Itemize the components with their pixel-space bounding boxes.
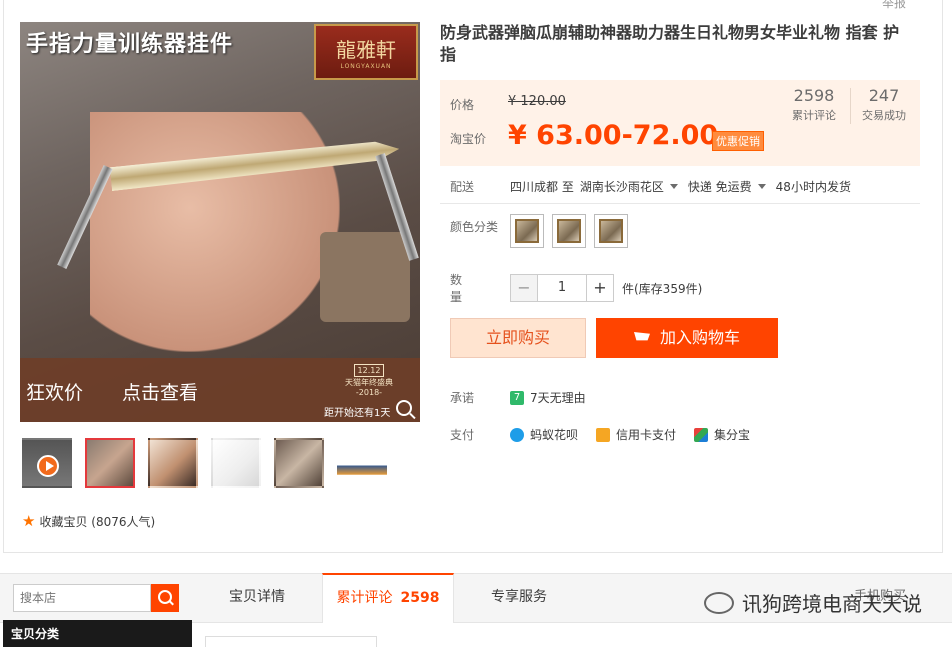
stat-divider bbox=[850, 88, 851, 124]
main-product-image[interactable]: 手指力量训练器挂件 龍雅軒 LONGYAXUAN 狂欢价 点击查看 12.12 … bbox=[20, 22, 420, 422]
jifenbao-icon bbox=[694, 427, 709, 442]
event-name: 天猫年终盛典 bbox=[345, 378, 393, 387]
chevron-down-icon[interactable] bbox=[757, 184, 766, 189]
color-row: 颜色分类 bbox=[450, 214, 636, 248]
thumbnail-strip bbox=[22, 438, 400, 488]
seven-day-icon: 7 bbox=[510, 390, 524, 405]
color-option[interactable] bbox=[510, 214, 544, 248]
magnify-icon[interactable] bbox=[396, 400, 412, 416]
detail-tabs-bar: 宝贝详情 累计评论2598 专享服务 手机购买 讯狗跨境电商天天说 bbox=[0, 573, 952, 623]
promise-row: 承诺 7 7天无理由 bbox=[450, 389, 586, 406]
sidebar-category-title: 宝贝分类 bbox=[3, 620, 192, 647]
content-box-edge bbox=[205, 636, 377, 647]
event-countdown: 距开始还有1天 bbox=[324, 408, 391, 419]
price-label: 价格 bbox=[450, 98, 475, 112]
banner-sale-price: 狂欢价 bbox=[26, 382, 84, 404]
review-count: 2598 bbox=[793, 86, 835, 105]
add-to-cart-label: 加入购物车 bbox=[659, 328, 740, 347]
thumbnail-item[interactable] bbox=[337, 438, 387, 488]
star-icon: ★ bbox=[22, 512, 36, 530]
thumbnail-item[interactable] bbox=[211, 438, 261, 488]
thumbnail-item[interactable] bbox=[274, 438, 324, 488]
dispatch-time: 48小时内发货 bbox=[775, 180, 851, 194]
shop-search bbox=[13, 584, 179, 612]
payment-label: 支付 bbox=[450, 428, 475, 442]
buy-now-button[interactable]: 立即购买 bbox=[450, 318, 586, 358]
tab-reviews[interactable]: 累计评论 2598 bbox=[322, 573, 454, 623]
stock-text: 件(库存359件) bbox=[622, 281, 703, 296]
thumbnail-item[interactable] bbox=[148, 438, 198, 488]
search-icon[interactable] bbox=[151, 584, 179, 612]
banner-click-view: 点击查看 bbox=[122, 382, 199, 404]
color-label: 颜色分类 bbox=[450, 220, 499, 234]
ship-from: 四川成都 至 bbox=[510, 180, 574, 194]
promo-banner[interactable]: 狂欢价 点击查看 12.12 天猫年终盛典 -2018- 距开始还有1天 bbox=[20, 358, 420, 422]
payment-credit-card[interactable]: 信用卡支付 bbox=[616, 426, 676, 443]
huabei-icon bbox=[510, 427, 524, 442]
review-label: 累计评论 bbox=[792, 109, 836, 122]
promise-label: 承诺 bbox=[450, 391, 475, 405]
shipping-label: 配送 bbox=[450, 180, 475, 194]
image-caption: 手指力量训练器挂件 bbox=[26, 32, 234, 57]
watermark-text: 讯狗跨境电商天天说 bbox=[742, 592, 922, 616]
taobao-price: ¥ 63.00-72.00 bbox=[508, 120, 719, 151]
credit-card-icon bbox=[596, 427, 611, 442]
color-thumb bbox=[515, 219, 539, 243]
tab-details[interactable]: 宝贝详情 bbox=[192, 574, 322, 623]
event-year: -2018- bbox=[355, 388, 383, 397]
sales-stat: 247 交易成功 bbox=[862, 86, 906, 123]
taobao-price-label: 淘宝价 bbox=[450, 132, 487, 146]
ship-method-select[interactable]: 快递 免运费 bbox=[688, 178, 752, 195]
color-option[interactable] bbox=[594, 214, 628, 248]
thumbnail-video[interactable] bbox=[22, 438, 72, 488]
wechat-icon bbox=[704, 591, 734, 614]
event-date-badge: 12.12 bbox=[353, 364, 385, 377]
product-page: 举报 手指力量训练器挂件 龍雅軒 LONGYAXUAN 狂欢价 点击查看 12.… bbox=[0, 0, 952, 647]
play-icon bbox=[37, 455, 59, 477]
tab-reviews-label: 累计评论 bbox=[336, 590, 393, 606]
brand-logo-en: LONGYAXUAN bbox=[340, 63, 392, 70]
thumbnail-item[interactable] bbox=[85, 438, 135, 488]
quantity-row: 数量 − 1 + 件(库存359件) bbox=[450, 271, 702, 305]
favorite-button[interactable]: ★ 收藏宝贝 (8076人气) bbox=[22, 512, 155, 530]
sales-label: 交易成功 bbox=[862, 109, 906, 122]
shop-search-input[interactable] bbox=[13, 584, 151, 612]
quantity-label: 数量 bbox=[450, 273, 463, 304]
add-to-cart-button[interactable]: 加入购物车 bbox=[596, 318, 778, 358]
chevron-down-icon[interactable] bbox=[669, 184, 678, 189]
quantity-input[interactable]: 1 bbox=[538, 274, 586, 302]
color-thumb bbox=[557, 219, 581, 243]
divider bbox=[440, 203, 920, 204]
decrement-button[interactable]: − bbox=[510, 274, 538, 302]
watermark: 讯狗跨境电商天天说 bbox=[704, 588, 922, 617]
sales-count: 247 bbox=[868, 86, 900, 105]
price-box: 价格 ¥ 120.00 淘宝价 ¥ 63.00-72.00 优惠促销 2598 … bbox=[440, 80, 920, 166]
report-link[interactable]: 举报 bbox=[882, 0, 906, 11]
favorite-label: 收藏宝贝 (8076人气) bbox=[39, 514, 156, 529]
cart-icon bbox=[633, 332, 650, 341]
ship-to-select[interactable]: 湖南长沙雨花区 bbox=[580, 178, 664, 195]
payment-jifenbao[interactable]: 集分宝 bbox=[714, 426, 750, 443]
color-thumb bbox=[599, 219, 623, 243]
banner-event-badge: 12.12 天猫年终盛典 -2018- bbox=[324, 364, 414, 397]
wrist-strap-image bbox=[320, 232, 410, 322]
hand-image bbox=[90, 112, 340, 352]
color-option[interactable] bbox=[552, 214, 586, 248]
shipping-row: 配送 四川成都 至 湖南长沙雨花区 快递 免运费 48小时内发货 bbox=[450, 178, 851, 195]
tab-reviews-count: 2598 bbox=[400, 590, 440, 606]
review-stat[interactable]: 2598 累计评论 bbox=[792, 86, 836, 123]
brand-logo-cn: 龍雅軒 bbox=[336, 38, 396, 62]
tab-services[interactable]: 专享服务 bbox=[454, 574, 584, 623]
payment-huabei[interactable]: 蚂蚁花呗 bbox=[530, 426, 578, 443]
payment-row: 支付 蚂蚁花呗 信用卡支付 集分宝 bbox=[450, 426, 750, 443]
quantity-stepper: − 1 + bbox=[510, 274, 614, 302]
brand-logo: 龍雅軒 LONGYAXUAN bbox=[314, 24, 418, 80]
increment-button[interactable]: + bbox=[586, 274, 614, 302]
promise-text[interactable]: 7天无理由 bbox=[530, 389, 586, 406]
original-price: ¥ 120.00 bbox=[508, 94, 566, 109]
promo-tag[interactable]: 优惠促销 bbox=[712, 131, 764, 151]
product-title: 防身武器弹脑瓜崩辅助神器助力器生日礼物男女毕业礼物 指套 护指 bbox=[440, 23, 900, 64]
